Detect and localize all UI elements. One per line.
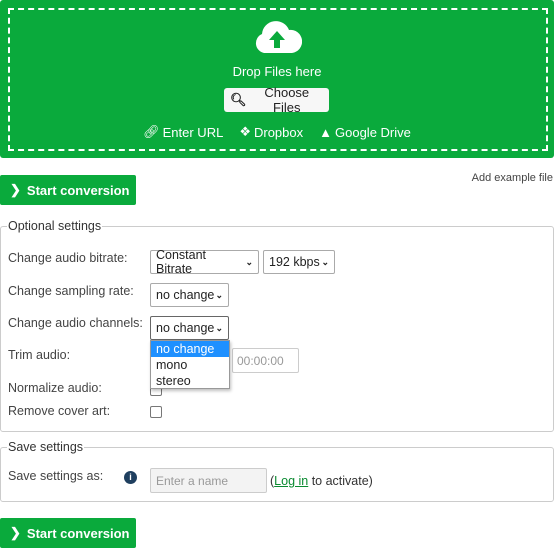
chevron-down-icon: ⌄	[321, 256, 329, 267]
activate-text: to activate)	[308, 474, 373, 488]
drop-files-text: Drop Files here	[232, 64, 322, 79]
start-conversion-label: Start conversion	[26, 182, 130, 198]
info-icon[interactable]: i	[124, 471, 137, 484]
search-icon: 🔍︎	[230, 92, 247, 107]
add-example-file-link[interactable]: Add example file	[472, 172, 553, 184]
option-mono[interactable]: mono	[151, 357, 229, 373]
choose-files-label: Choose Files	[264, 85, 310, 115]
optional-settings-legend: Optional settings	[8, 219, 102, 233]
google-drive-label: Google Drive	[335, 124, 411, 140]
choose-files-button[interactable]: 🔍︎ Choose Files	[224, 85, 329, 115]
dropbox-label: Dropbox	[253, 124, 304, 140]
audio-channels-dropdown: no change mono stereo	[150, 340, 230, 389]
sampling-label: Change sampling rate:	[8, 284, 134, 298]
login-note: (Log in to activate)	[270, 474, 373, 488]
start-conversion-label: Start conversion	[26, 525, 130, 541]
channels-label: Change audio channels:	[8, 316, 143, 330]
chevron-right-icon: ❯	[10, 182, 21, 197]
bitrate-value-select[interactable]: 192 kbps ⌄	[263, 250, 335, 274]
dropbox-icon: ❖	[239, 124, 251, 139]
normalize-label: Normalize audio:	[8, 381, 102, 395]
bitrate-mode-select[interactable]: Constant Bitrate ⌄	[150, 248, 259, 276]
dropbox-link[interactable]: ❖ Dropbox	[239, 124, 303, 140]
sampling-value: no change	[156, 288, 215, 302]
chevron-down-icon: ⌄	[215, 322, 223, 333]
sampling-rate-select[interactable]: no change ⌄	[150, 283, 229, 307]
audio-channels-select[interactable]: no change ⌄	[150, 316, 229, 340]
enter-url-label: Enter URL	[162, 124, 224, 140]
file-drop-zone[interactable]: Drop Files here 🔍︎ Choose Files 🔗︎ Enter U…	[0, 0, 554, 158]
start-conversion-button-top[interactable]: ❯ Start conversion	[0, 175, 136, 205]
cover-art-label: Remove cover art:	[8, 404, 111, 418]
save-settings-legend: Save settings	[8, 440, 84, 454]
chevron-down-icon: ⌄	[245, 256, 253, 267]
enter-url-link[interactable]: 🔗︎ Enter URL	[143, 124, 223, 140]
trim-label: Trim audio:	[8, 348, 71, 362]
trim-end-input[interactable]: 00:00:00	[232, 348, 299, 373]
bitrate-value: 192 kbps	[269, 255, 320, 269]
link-icon: 🔗︎	[143, 124, 160, 139]
google-drive-icon: ▲	[319, 124, 332, 140]
google-drive-link[interactable]: ▲ Google Drive	[319, 124, 411, 140]
cloud-upload-icon	[255, 21, 302, 53]
upload-sources: 🔗︎ Enter URL ❖ Dropbox ▲ Google Drive	[0, 124, 554, 140]
channels-value: no change	[156, 321, 215, 335]
option-no-change[interactable]: no change	[151, 341, 229, 357]
save-settings-label: Save settings as:	[8, 469, 104, 483]
login-link[interactable]: Log in	[274, 474, 308, 488]
start-conversion-button-bottom[interactable]: ❯ Start conversion	[0, 518, 136, 548]
chevron-right-icon: ❯	[10, 525, 21, 540]
remove-cover-art-checkbox[interactable]	[150, 406, 162, 418]
option-stereo[interactable]: stereo	[151, 373, 229, 389]
bitrate-label: Change audio bitrate:	[8, 251, 128, 265]
settings-name-input[interactable]: Enter a name	[150, 468, 267, 493]
chevron-down-icon: ⌄	[215, 289, 223, 300]
bitrate-mode-value: Constant Bitrate	[156, 248, 207, 276]
